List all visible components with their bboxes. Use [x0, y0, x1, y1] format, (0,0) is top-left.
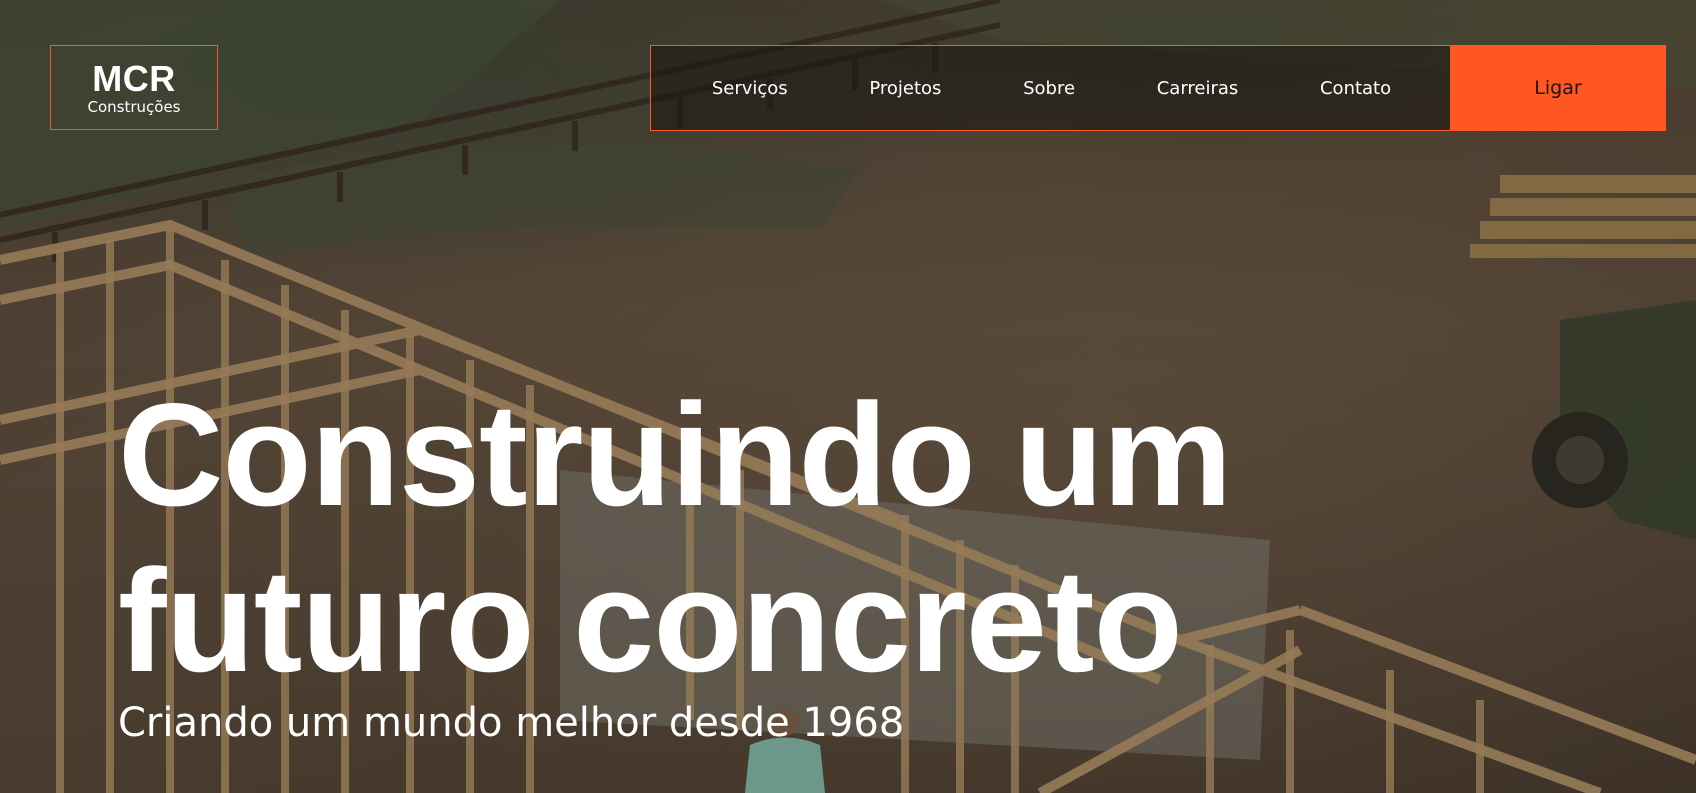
hero-section: MCR Construções Serviços Projetos Sobre … [0, 0, 1696, 793]
nav-link-contato[interactable]: Contato [1320, 78, 1391, 99]
headline-line-2: futuro concreto [118, 539, 1183, 702]
headline-line-1: Construindo um [118, 373, 1232, 536]
nav-link-sobre[interactable]: Sobre [1023, 78, 1075, 99]
nav-link-carreiras[interactable]: Carreiras [1157, 78, 1239, 99]
hero-headline: Construindo um futuro concreto [118, 372, 1232, 704]
nav-links: Serviços Projetos Sobre Carreiras Contat… [651, 46, 1450, 130]
logo-subtitle: Construções [87, 98, 181, 116]
nav-link-projetos[interactable]: Projetos [869, 78, 941, 99]
logo-title: MCR [92, 58, 176, 99]
call-button[interactable]: Ligar [1450, 45, 1666, 131]
nav-link-servicos[interactable]: Serviços [712, 78, 788, 99]
hero-tagline: Criando um mundo melhor desde 1968 [118, 700, 905, 746]
site-logo[interactable]: MCR Construções [50, 45, 218, 130]
main-navigation: Serviços Projetos Sobre Carreiras Contat… [650, 45, 1666, 131]
